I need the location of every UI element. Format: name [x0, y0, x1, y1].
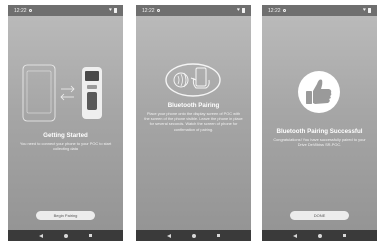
screen-getting-started: 12:22 ♥ Getting Started You need to conn… [8, 5, 123, 241]
sync-icon [282, 9, 286, 12]
home-icon[interactable] [63, 233, 68, 238]
battery-icon [114, 8, 117, 13]
thumbs-up-icon [298, 71, 340, 113]
sync-icon [156, 9, 160, 12]
heart-icon: ♥ [363, 7, 366, 13]
navigation-bar [262, 230, 377, 241]
begin-pairing-button[interactable]: Begin Pairing [36, 211, 95, 220]
recents-icon[interactable] [88, 233, 93, 238]
status-time: 12:22 [14, 7, 27, 14]
hand-phone-contactless-icon [165, 63, 221, 97]
screen-pairing-successful: 12:22 ♥ Bluetooth Pairing Successful Con… [262, 5, 377, 241]
recents-icon[interactable] [216, 233, 221, 238]
recents-icon[interactable] [342, 233, 347, 238]
battery-icon [242, 8, 245, 13]
done-button[interactable]: DONE [290, 211, 349, 220]
heart-icon: ♥ [109, 7, 112, 13]
navigation-bar [136, 230, 251, 241]
status-bar: 12:22 ♥ [136, 5, 251, 16]
page-title: Bluetooth Pairing [167, 102, 220, 109]
navigation-bar [8, 230, 123, 241]
battery-icon [368, 8, 371, 13]
page-title: Bluetooth Pairing Successful [276, 128, 363, 135]
status-time: 12:22 [142, 7, 155, 14]
heart-icon: ♥ [237, 7, 240, 13]
back-icon[interactable] [166, 233, 171, 238]
phone-device-sync-illustration [22, 64, 102, 122]
home-icon[interactable] [191, 233, 196, 238]
screen-bluetooth-pairing: 12:22 ♥ Bluetooth Pairing Place your pho… [136, 5, 251, 241]
page-description: Place your phone onto the display screen… [144, 111, 243, 132]
page-description: You need to connect your phone to your P… [19, 141, 112, 152]
home-icon[interactable] [317, 233, 322, 238]
status-bar: 12:22 ♥ [262, 5, 377, 16]
status-bar: 12:22 ♥ [8, 5, 123, 16]
status-time: 12:22 [268, 7, 281, 14]
page-title: Getting Started [43, 132, 88, 139]
back-icon[interactable] [292, 233, 297, 238]
page-description: Congratulations! You have successfully p… [273, 137, 366, 148]
sync-icon [28, 9, 32, 12]
back-icon[interactable] [38, 233, 43, 238]
